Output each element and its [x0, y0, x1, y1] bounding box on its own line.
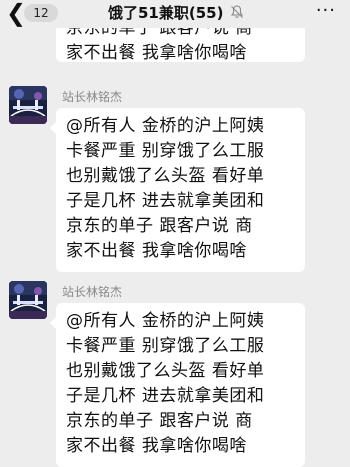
sender-name: 站长林铭杰 [62, 90, 123, 104]
message-line: 京东的单子 跟客户说 商 [66, 216, 253, 236]
message-line: 家不出餐 我拿啥你喝啥 [66, 241, 247, 261]
message-line: 子是几杯 进去就拿美团和 [66, 386, 265, 406]
message-bubble[interactable]: @所有人 金桥的沪上阿姨 卡餐严重 别穿饿了么工服 也别戴饿了么头盔 看好单 子… [50, 303, 305, 467]
sender-name: 站长林铭杰 [62, 285, 123, 299]
message-line: 子是几杯 进去就拿美团和 [66, 191, 265, 211]
message-line: 卡餐严重 别穿饿了么工服 [66, 336, 265, 356]
message-line: 家不出餐 我拿啥你喝啥 [66, 436, 247, 456]
avatar[interactable] [9, 281, 47, 319]
message-line: @所有人 金桥的沪上阿姨 [66, 311, 265, 331]
bell-off-icon [230, 5, 244, 18]
message-line: 也别戴饿了么头盔 看好单 [66, 361, 265, 381]
more-options-icon[interactable]: ··· [316, 1, 336, 21]
avatar[interactable] [9, 86, 47, 124]
unread-badge[interactable]: 12 [24, 4, 58, 22]
chat-header: ❮ 12 饿了51兼职(55) ··· [0, 0, 350, 28]
message-line: 也别戴饿了么头盔 看好单 [66, 166, 265, 186]
message-line: 卡餐严重 别穿饿了么工服 [66, 141, 265, 161]
message-line: @所有人 金桥的沪上阿姨 [66, 116, 265, 136]
message-line: 家不出餐 我拿啥你喝啥 [66, 43, 247, 63]
message-line: 京东的单子 跟客户说 商 [66, 411, 253, 431]
message-bubble[interactable]: @所有人 金桥的沪上阿姨 卡餐严重 别穿饿了么工服 也别戴饿了么头盔 看好单 子… [50, 108, 305, 272]
chat-title: 饿了51兼职(55) [108, 4, 224, 22]
